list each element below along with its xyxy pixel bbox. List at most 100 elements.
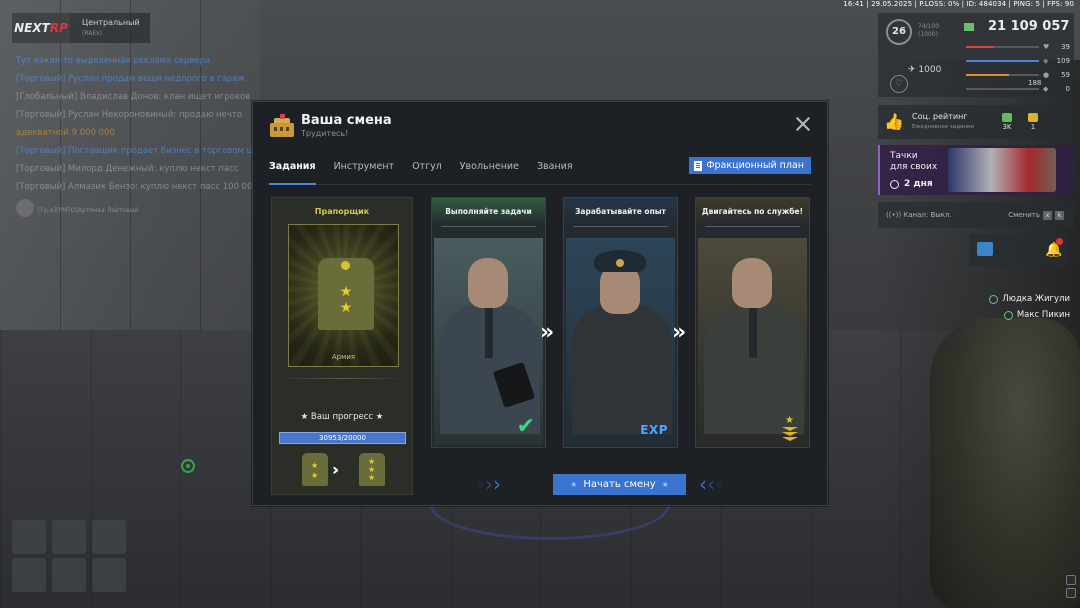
nearby-player: Людка Жигули: [989, 291, 1070, 307]
step-card-experience: Зарабатывайте опыт EXP: [563, 197, 678, 448]
key-hint: k: [1055, 210, 1064, 220]
health-icon: ♥: [1043, 43, 1050, 51]
player-name: Макс Пикин: [1016, 310, 1070, 320]
start-shift-button[interactable]: ★ Начать смену ★: [553, 474, 686, 495]
chat-line: [Торговый] Руслан Некороновиный: продаю …: [16, 110, 243, 120]
player-character: [930, 318, 1080, 608]
tab-leave[interactable]: Отгул: [412, 155, 442, 185]
notifications-button[interactable]: 🔔: [1036, 234, 1068, 266]
quickbar-slot[interactable]: [12, 520, 46, 554]
station-window: [280, 127, 283, 131]
rank-progress-bar: 30953/20000: [279, 432, 406, 444]
armor-bar: ◈ 109: [966, 54, 1070, 68]
rating-badge-value: 1: [1030, 123, 1036, 131]
armor-bar-fill: [966, 60, 1039, 62]
double-chevron-icon: ››: [332, 460, 340, 479]
armor-icon: ◈: [1043, 57, 1049, 65]
server-sub: (RAEx): [82, 30, 103, 37]
heart-icon[interactable]: ♡: [890, 75, 908, 93]
food-value: 59: [1061, 71, 1070, 79]
rank-insignia-image: ★ ★: [288, 224, 399, 367]
map-marker-icon: [181, 459, 195, 473]
armor-bar-track: [966, 60, 1039, 62]
voice-icon: [1003, 310, 1013, 320]
station-flag: [280, 114, 285, 119]
calendar-button[interactable]: [969, 234, 1001, 266]
rating-badge-value: 3K: [1002, 123, 1012, 131]
tab-tools[interactable]: Инструмент: [334, 155, 394, 185]
current-rank-icon: ★ ★: [302, 453, 328, 486]
step-card-tasks: Выполняйте задачи ✔: [431, 197, 546, 448]
strap-button: [341, 261, 350, 270]
faction-plan-label: Фракционный план: [706, 160, 804, 171]
tab-dismissal[interactable]: Увольнение: [460, 155, 519, 185]
quick-slot-button[interactable]: [1000, 234, 1032, 266]
chat-line: [Глобальный] Владислав Донов: клан ищет …: [16, 92, 251, 102]
inventory-quickbar: [12, 520, 126, 592]
battlepass-number: 1000: [918, 65, 942, 75]
clock-icon: [890, 180, 899, 189]
quickbar-slot[interactable]: [12, 558, 46, 592]
decorative-arrows-left: ›››: [477, 472, 501, 496]
level-progress: 74/100 (1000): [918, 23, 939, 39]
quickbar-slot[interactable]: [92, 558, 126, 592]
step-divider: [573, 226, 668, 227]
thumbs-up-icon: 👍: [884, 112, 904, 131]
star-icon: ★: [311, 471, 319, 480]
logo-accent: RP: [49, 21, 68, 35]
health-bar-fill: [966, 46, 995, 48]
voice-channel-panel[interactable]: ((•)) Канал: Выкл. Сменить x k: [878, 202, 1074, 228]
faction-plan-button[interactable]: Фракционный план: [689, 157, 811, 174]
close-icon[interactable]: [795, 116, 811, 132]
quickbar-slot[interactable]: [52, 558, 86, 592]
chat-line: [Торговый] Милорд Денежный: куплю некст …: [16, 164, 239, 174]
officer-head: [468, 258, 508, 308]
nearby-player: Макс Пикин: [989, 307, 1070, 323]
chevron-stripe: [782, 432, 798, 436]
shift-modal: Ваша смена Трудитесь! Задания Инструмент…: [252, 101, 828, 506]
rank-chevron-icon: ★: [781, 415, 799, 441]
food-icon: ●: [1043, 71, 1050, 79]
star-icon: ★: [339, 284, 353, 300]
chat-line: адекватной 9 000 000: [16, 128, 115, 138]
server-name: Центральный: [82, 18, 140, 27]
rating-sub: Ежедневное задание: [912, 124, 974, 130]
promo-title: Тачки для своих: [890, 151, 937, 173]
coin-icon: [1028, 113, 1038, 122]
quickbar-slot[interactable]: [92, 520, 126, 554]
tab-ranks[interactable]: Звания: [537, 155, 573, 185]
step-title: Выполняйте задачи: [432, 198, 545, 226]
food-bar: ● 59: [966, 68, 1070, 82]
food-bar-fill: [966, 74, 1010, 76]
chat-line: [Торговый] Алмазик Бензо: куплю некст па…: [16, 182, 258, 192]
water-bar-track: [966, 88, 1039, 90]
money-value: 21 109 057: [988, 19, 1070, 34]
key-hint: x: [1043, 210, 1052, 220]
chat-line: Тут какая-то выделенная реклама сервера: [16, 56, 211, 66]
money-stack-icon: [1002, 113, 1012, 122]
logo-text: NEXT: [14, 21, 50, 35]
station-window: [274, 127, 277, 131]
quickbar-slot[interactable]: [52, 520, 86, 554]
start-shift-label: Начать смену: [583, 479, 656, 490]
star-icon: ★: [311, 461, 319, 470]
settings-icon[interactable]: [1066, 588, 1076, 598]
voice-channel-label: Канал: Выкл.: [903, 211, 952, 219]
voice-switch[interactable]: Сменить x k: [1008, 210, 1064, 220]
officer-head: [732, 258, 772, 308]
water-bar: ◆ 0: [966, 82, 1070, 96]
tab-tasks[interactable]: Задания: [269, 155, 316, 185]
status-bars: ♥ 39 ◈ 109 ● 59 ◆ 0: [966, 40, 1070, 96]
chevron-stripe: [782, 437, 798, 441]
social-rating-panel[interactable]: 👍 Соц. рейтинг Ежедневное задание 3K 1: [878, 105, 1074, 139]
rank-card: Прапорщик ★ ★ Армия ★ Ваш прогресс ★ 309…: [271, 197, 413, 495]
chat-avatar-name: [Гр-а][РМТО]Артемка Лайтовый: [38, 207, 139, 214]
water-icon: ◆: [1043, 85, 1049, 93]
chevron-right-icon: »: [672, 320, 687, 345]
system-icons: [1066, 575, 1076, 598]
star-icon: ★: [785, 415, 794, 426]
next-rank-icon: ★ ★ ★: [359, 453, 385, 486]
promo-banner[interactable]: Тачки для своих 2 дня: [878, 145, 1074, 195]
server-logo-box: NEXT RP Центральный (RAEx): [12, 13, 150, 43]
microphone-icon[interactable]: [1066, 575, 1076, 585]
